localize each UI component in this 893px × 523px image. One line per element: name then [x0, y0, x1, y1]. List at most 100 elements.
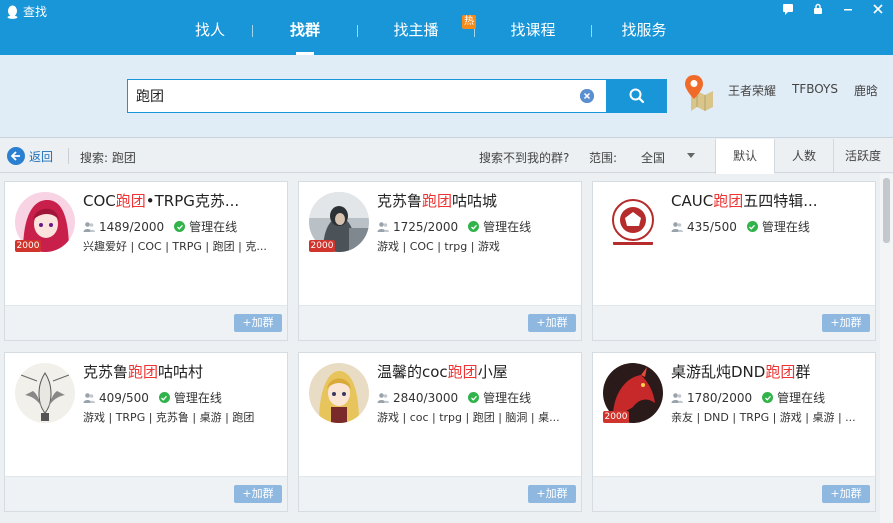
- group-card[interactable]: 克苏鲁跑团咕咕村 409/500 管理在线 游戏 | TRPG | 克苏鲁 | …: [4, 352, 288, 512]
- member-count: 435/500: [687, 219, 737, 234]
- group-name-highlight: 跑团: [128, 363, 159, 381]
- group-name-text: 克苏鲁: [83, 363, 129, 381]
- join-group-button[interactable]: +加群: [234, 314, 282, 332]
- tab-find-groups-label: 找群: [289, 21, 320, 39]
- admin-status: 管理在线: [483, 391, 532, 405]
- card-footer: +加群: [593, 476, 875, 511]
- group-name-highlight: 跑团: [765, 363, 796, 381]
- not-found-link[interactable]: 搜索不到我的群?: [479, 149, 569, 166]
- group-meta: 409/500 管理在线: [83, 389, 222, 406]
- card-footer: +加群: [593, 305, 875, 340]
- member-count: 409/500: [99, 390, 149, 405]
- app-title: 查找: [6, 3, 47, 20]
- group-results-grid: 2000 COC跑团•TRPG克苏... 1489/2000 管理在线 兴趣爱好…: [4, 181, 878, 523]
- back-label: 返回: [29, 149, 54, 164]
- tab-find-services[interactable]: 找服务: [592, 12, 696, 48]
- group-meta: 2840/3000 管理在线: [377, 389, 531, 406]
- tab-find-courses-label: 找课程: [510, 21, 556, 39]
- check-icon: [762, 392, 774, 403]
- check-icon: [746, 221, 758, 232]
- group-card[interactable]: 2000 桌游乱炖DND跑团群 1780/2000 管理在线 亲友 | DND …: [592, 352, 876, 512]
- tab-find-people[interactable]: 找人: [168, 12, 252, 48]
- group-card[interactable]: 温馨的coc跑团小屋 2840/3000 管理在线 游戏 | coc | trp…: [298, 352, 582, 512]
- app-title-text: 查找: [23, 5, 48, 19]
- join-group-button[interactable]: +加群: [234, 485, 282, 503]
- main-nav: 找人 找群 找主播 热 找课程 找服务: [168, 12, 696, 55]
- map-location-icon[interactable]: [683, 73, 715, 111]
- minimize-button[interactable]: [841, 3, 855, 17]
- group-name[interactable]: 温馨的coc跑团小屋: [377, 361, 575, 382]
- group-avatar: [603, 192, 663, 252]
- group-name-highlight: 跑团: [447, 363, 478, 381]
- group-avatar: [309, 363, 369, 423]
- join-group-button[interactable]: +加群: [528, 485, 576, 503]
- sort-tab-members[interactable]: 人数: [774, 139, 833, 173]
- search-box: [127, 79, 606, 113]
- group-name[interactable]: 桌游乱炖DND跑团群: [671, 361, 869, 382]
- hot-word-link[interactable]: TFBOYS: [792, 82, 838, 99]
- hot-word-link[interactable]: 王者荣耀: [728, 82, 776, 99]
- tab-find-groups[interactable]: 找群: [253, 12, 357, 55]
- group-name-text: COC: [83, 192, 116, 210]
- members-icon: [671, 392, 683, 403]
- card-footer: +加群: [299, 305, 581, 340]
- check-icon: [174, 221, 186, 232]
- back-button[interactable]: 返回: [7, 147, 53, 165]
- check-icon: [468, 392, 480, 403]
- lock-icon[interactable]: [811, 3, 825, 17]
- search-area: 王者荣耀 TFBOYS 鹿晗: [0, 55, 893, 138]
- back-arrow-icon: [7, 147, 25, 165]
- group-card[interactable]: CAUC跑团五四特辑... 435/500 管理在线 +加群: [592, 181, 876, 341]
- join-group-button[interactable]: +加群: [822, 314, 870, 332]
- group-tags: 亲友 | DND | TRPG | 游戏 | 桌游 | ...: [671, 411, 856, 424]
- hot-word-link[interactable]: 鹿晗: [854, 82, 878, 99]
- group-card[interactable]: 2000 COC跑团•TRPG克苏... 1489/2000 管理在线 兴趣爱好…: [4, 181, 288, 341]
- range-dropdown[interactable]: 全国: [641, 149, 701, 166]
- search-button[interactable]: [606, 79, 667, 113]
- scrollbar[interactable]: [880, 174, 893, 523]
- tab-find-people-label: 找人: [194, 21, 225, 39]
- feedback-icon[interactable]: [781, 3, 795, 17]
- group-name-text: 五四特辑...: [743, 192, 818, 210]
- members-icon: [83, 392, 95, 403]
- group-tags: 游戏 | TRPG | 克苏鲁 | 桌游 | 跑团: [83, 411, 255, 424]
- group-name[interactable]: COC跑团•TRPG克苏...: [83, 190, 281, 211]
- scrollbar-thumb[interactable]: [883, 178, 890, 243]
- group-name-text: 群: [795, 363, 811, 381]
- member-count: 1780/2000: [687, 390, 753, 405]
- members-icon: [377, 221, 389, 232]
- group-name[interactable]: 克苏鲁跑团咕咕村: [83, 361, 281, 382]
- clear-search-icon[interactable]: [580, 89, 594, 103]
- group-tags: 兴趣爱好 | COC | TRPG | 跑团 | 克...: [83, 240, 267, 253]
- members-icon: [671, 221, 683, 232]
- group-name-text: 温馨的coc: [377, 363, 448, 381]
- group-name[interactable]: CAUC跑团五四特辑...: [671, 190, 869, 211]
- check-icon: [158, 392, 170, 403]
- admin-status: 管理在线: [189, 220, 238, 234]
- sort-tab-activity[interactable]: 活跃度: [833, 139, 892, 173]
- tab-find-streamers[interactable]: 找主播 热: [358, 12, 476, 48]
- close-button[interactable]: [871, 3, 885, 17]
- join-group-button[interactable]: +加群: [822, 485, 870, 503]
- search-input[interactable]: [136, 80, 576, 112]
- group-name-text: •TRPG克苏...: [145, 192, 240, 210]
- level-badge: 2000: [603, 411, 629, 423]
- group-name[interactable]: 克苏鲁跑团咕咕城: [377, 190, 575, 211]
- tab-find-courses[interactable]: 找课程: [475, 12, 591, 48]
- group-card[interactable]: 2000 克苏鲁跑团咕咕城 1725/2000 管理在线 游戏 | COC | …: [298, 181, 582, 341]
- search-summary: 搜索: 跑团: [80, 151, 136, 165]
- join-group-button[interactable]: +加群: [528, 314, 576, 332]
- window-controls: [781, 3, 885, 17]
- admin-status: 管理在线: [483, 220, 532, 234]
- sort-tab-default[interactable]: 默认: [715, 139, 774, 174]
- divider: [68, 148, 69, 164]
- admin-status: 管理在线: [777, 391, 826, 405]
- check-icon: [468, 221, 480, 232]
- sort-tabs: 默认 人数 活跃度: [715, 139, 892, 174]
- group-name-highlight: 跑团: [713, 192, 744, 210]
- filter-bar: 返回 搜索: 跑团 搜索不到我的群? 范围: 全国 默认 人数 活跃度: [0, 139, 893, 174]
- level-badge: 2000: [15, 240, 41, 252]
- group-name-text: CAUC: [671, 192, 714, 210]
- members-icon: [83, 221, 95, 232]
- group-tags: 游戏 | COC | trpg | 游戏: [377, 240, 500, 253]
